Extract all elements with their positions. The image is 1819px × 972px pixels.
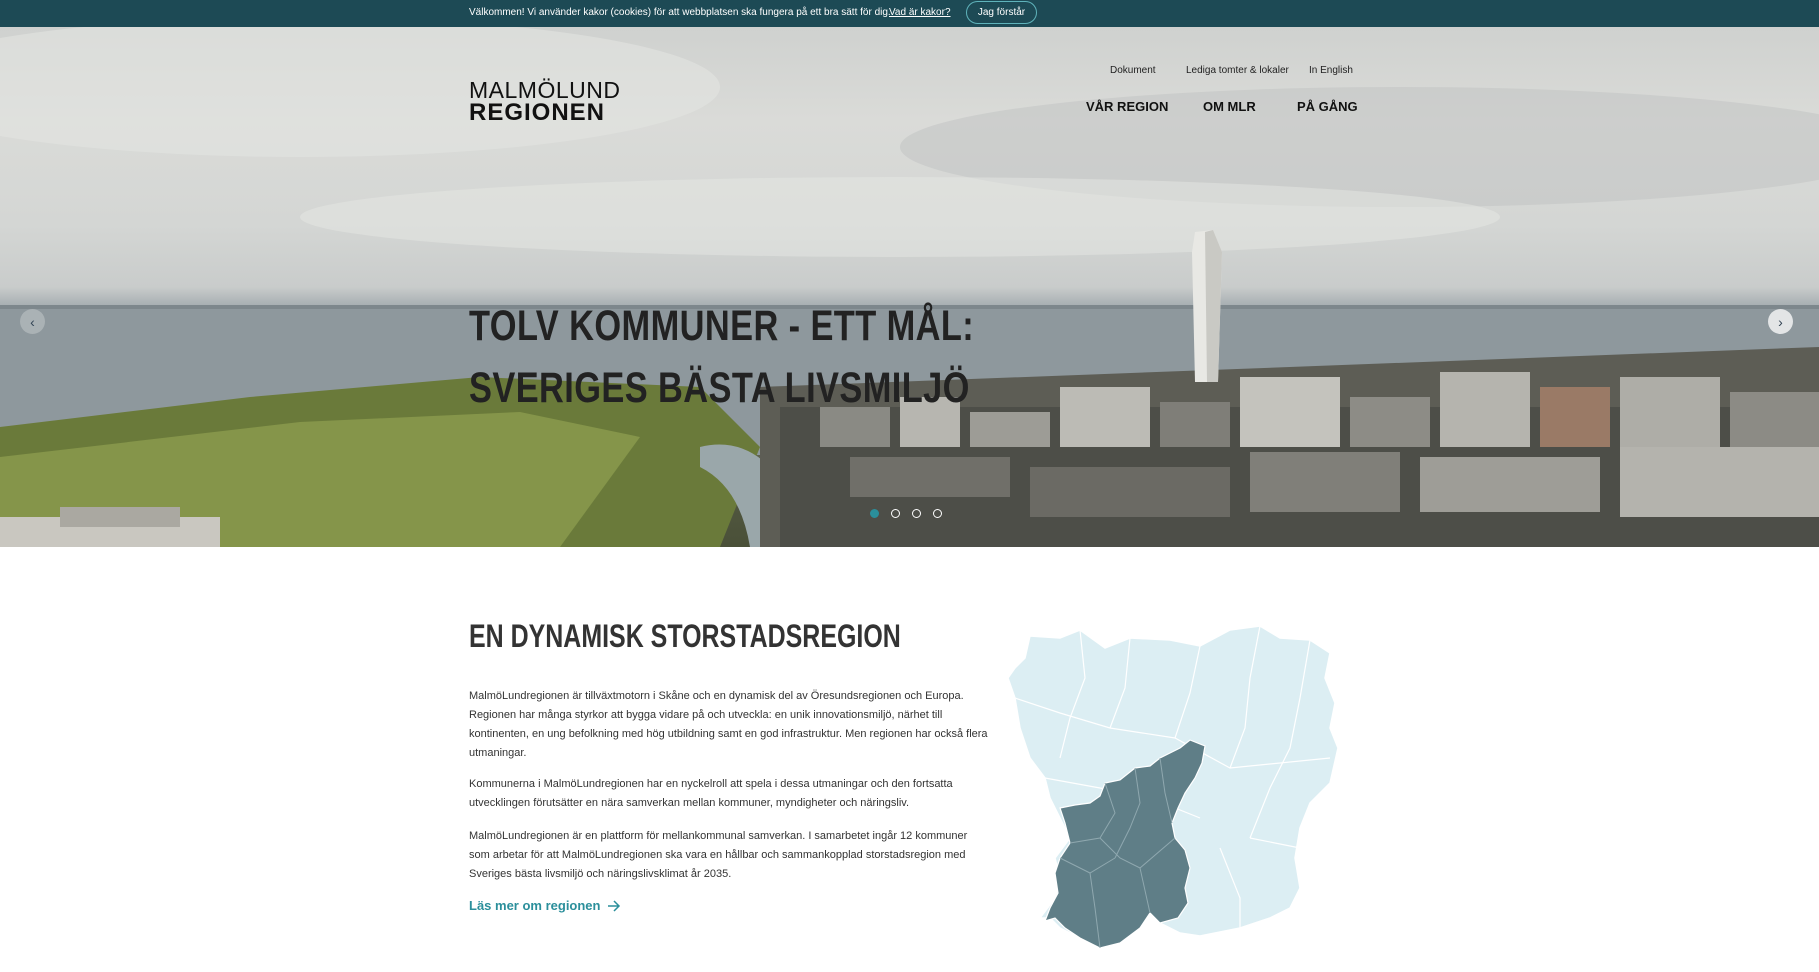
hero-carousel: MALMÖLUND REGIONEN Dokument Lediga tomte… [0,27,1819,547]
nav-link-english[interactable]: In English [1309,65,1353,76]
site-logo[interactable]: MALMÖLUND REGIONEN [469,79,620,125]
cookie-accept-button[interactable]: Jag förstår [966,1,1037,24]
hero-photo [0,27,1819,547]
carousel-prev-button[interactable]: ‹ [20,309,45,334]
section-title: EN DYNAMISK STORSTADSREGION [469,618,901,654]
logo-line2: REGIONEN [469,99,606,126]
cookie-info-link[interactable]: Vad är kakor? [889,7,951,18]
carousel-next-button[interactable]: › [1768,309,1793,334]
carousel-dots [870,509,942,518]
cookie-text: Välkommen! Vi använder kakor (cookies) f… [469,7,891,18]
arrow-right-icon [608,899,621,912]
logo-line1: MALMÖLUND [469,77,621,103]
hero-headline-line1: TOLV KOMMUNER - ETT MÅL: [469,302,975,350]
carousel-dot-2[interactable] [891,509,900,518]
read-more-label: Läs mer om regionen [469,898,601,913]
nav-item-var-region[interactable]: VÅR REGION [1086,99,1168,114]
carousel-dot-4[interactable] [933,509,942,518]
intro-paragraph-3: MalmöLundregionen är en plattform för me… [469,830,968,880]
nav-item-om-mlr[interactable]: OM MLR [1203,99,1256,114]
intro-paragraph-2: Kommunerna i MalmöLundregionen har en ny… [469,778,953,809]
chevron-left-icon: ‹ [30,313,35,330]
read-more-link[interactable]: Läs mer om regionen [469,898,621,913]
nav-link-documents[interactable]: Dokument [1110,65,1156,76]
carousel-dot-3[interactable] [912,509,921,518]
intro-paragraph-1: MalmöLundregionen är tillväxtmotorn i Sk… [469,690,988,759]
chevron-right-icon: › [1778,313,1783,330]
nav-link-plots[interactable]: Lediga tomter & lokaler [1186,65,1289,76]
hero-headline-line2: SVERIGES BÄSTA LIVSMILJÖ [469,364,970,412]
region-map [1007,625,1339,949]
hero-headline: TOLV KOMMUNER - ETT MÅL: SVERIGES BÄSTA … [469,295,974,419]
carousel-dot-1[interactable] [870,509,879,518]
cookie-bar: Välkommen! Vi använder kakor (cookies) f… [0,0,1819,27]
nav-item-pa-gang[interactable]: PÅ GÅNG [1297,99,1358,114]
